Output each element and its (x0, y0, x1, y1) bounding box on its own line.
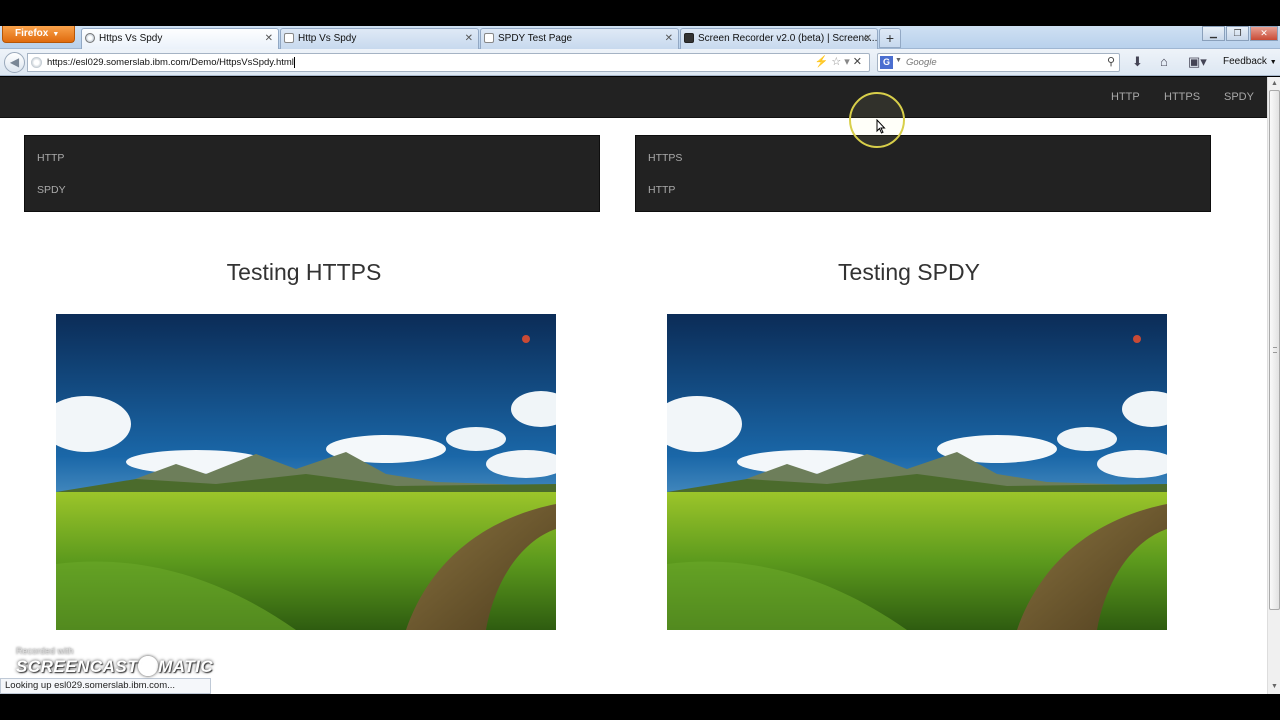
google-search-engine-icon[interactable]: G (880, 56, 893, 69)
landscape-image-spdy (667, 314, 1167, 630)
tab-title: Http Vs Spdy (298, 33, 357, 44)
page-icon (284, 33, 294, 43)
menu-item-http[interactable]: HTTP (37, 152, 64, 164)
tab-spdy-test-page[interactable]: SPDY Test Page ✕ (480, 28, 679, 49)
chevron-down-icon[interactable]: ▼ (895, 57, 902, 64)
close-icon[interactable]: ✕ (864, 29, 872, 48)
screencast-logo-icon (138, 656, 159, 676)
close-icon[interactable]: ✕ (465, 29, 473, 48)
chevron-down-icon: ▼ (52, 31, 60, 38)
search-placeholder: Google (906, 57, 937, 68)
firefox-menu-label: Firefox (15, 28, 49, 39)
mouse-cursor-icon (876, 119, 886, 134)
landscape-image-https (56, 314, 556, 630)
back-button[interactable]: ◀ (4, 52, 25, 73)
scroll-down-icon[interactable]: ▼ (1269, 681, 1280, 693)
tab-strip: Firefox ▼ Https Vs Spdy ✕ Http Vs Spdy ✕ … (0, 26, 1280, 50)
recorder-icon (684, 33, 694, 43)
close-icon[interactable]: ✕ (265, 29, 273, 48)
minimize-button[interactable]: ▁ (1202, 26, 1225, 41)
page-icon (484, 33, 494, 43)
loading-globe-icon (85, 33, 95, 43)
tab-title: Screen Recorder v2.0 (beta) | Screenc... (698, 33, 878, 44)
maximize-button[interactable]: ❐ (1226, 26, 1249, 41)
url-bar[interactable]: https://esl029.somerslab.ibm.com/Demo/Ht… (27, 53, 870, 72)
tab-title: Https Vs Spdy (99, 33, 163, 44)
stop-icon[interactable]: ✕ (853, 56, 865, 68)
nav-link-spdy[interactable]: SPDY (1224, 91, 1254, 103)
close-icon[interactable]: ✕ (665, 29, 673, 48)
tab-title: SPDY Test Page (498, 33, 573, 44)
download-icon[interactable]: ⬇ (1132, 54, 1143, 70)
bookmark-star-icon[interactable]: ☆ (831, 56, 844, 68)
left-protocol-menu: HTTP SPDY (24, 135, 600, 212)
bookmarks-menu-icon[interactable]: ▣▾ (1188, 54, 1207, 70)
heading-testing-spdy: Testing SPDY (838, 259, 980, 285)
search-bar[interactable]: G ▼ Google ⚲ (877, 53, 1120, 72)
new-tab-button[interactable]: + (879, 28, 901, 48)
tab-screen-recorder[interactable]: Screen Recorder v2.0 (beta) | Screenc...… (680, 28, 878, 49)
vertical-scrollbar[interactable]: ▲ ▼ (1267, 77, 1280, 694)
scrollbar-grip (1273, 347, 1277, 353)
site-identity-icon[interactable] (31, 57, 42, 68)
home-icon[interactable]: ⌂ (1160, 54, 1168, 70)
url-text: https://esl029.somerslab.ibm.com/Demo/Ht… (47, 57, 294, 68)
window-close-button[interactable]: ✕ (1250, 26, 1278, 41)
watermark-caption: Recorded with (16, 646, 74, 656)
menu-item-spdy[interactable]: SPDY (37, 184, 66, 196)
chevron-down-icon: ▼ (1269, 59, 1277, 66)
nav-link-https[interactable]: HTTPS (1164, 91, 1200, 103)
menu-item-http[interactable]: HTTP (648, 184, 675, 196)
screencast-watermark: Recorded with SCREENCAST MATIC (16, 646, 213, 677)
search-icon[interactable]: ⚲ (1107, 55, 1115, 68)
right-protocol-menu: HTTPS HTTP (635, 135, 1211, 212)
scrollbar-thumb[interactable] (1269, 90, 1280, 610)
firefox-menu-button[interactable]: Firefox ▼ (2, 26, 75, 43)
heading-testing-https: Testing HTTPS (226, 259, 382, 285)
screen: Firefox ▼ Https Vs Spdy ✕ Http Vs Spdy ✕ … (0, 0, 1280, 720)
watermark-brand-right: MATIC (158, 657, 214, 676)
tab-https-vs-spdy[interactable]: Https Vs Spdy ✕ (81, 28, 279, 50)
menu-item-https[interactable]: HTTPS (648, 152, 682, 164)
watermark-brand-left: SCREENCAST (16, 657, 139, 676)
page-viewport: HTTP HTTPS SPDY HTTP SPDY HTTPS HTTP Tes… (0, 77, 1267, 694)
site-navbar: HTTP HTTPS SPDY (0, 77, 1267, 118)
text-caret (293, 56, 295, 68)
navigation-toolbar: ◀ https://esl029.somerslab.ibm.com/Demo/… (0, 49, 1280, 76)
history-dropdown-icon[interactable]: ▾ (844, 56, 853, 68)
go-icon[interactable]: ⚡ (815, 56, 832, 68)
status-bar: Looking up esl029.somerslab.ibm.com... (0, 678, 211, 694)
arrow-left-icon: ◀ (9, 55, 20, 69)
feedback-button[interactable]: Feedback ▼ (1223, 56, 1277, 67)
nav-link-http[interactable]: HTTP (1111, 91, 1140, 103)
feedback-label: Feedback (1223, 56, 1267, 67)
tab-http-vs-spdy[interactable]: Http Vs Spdy ✕ (280, 28, 479, 49)
scroll-up-icon[interactable]: ▲ (1269, 78, 1280, 90)
